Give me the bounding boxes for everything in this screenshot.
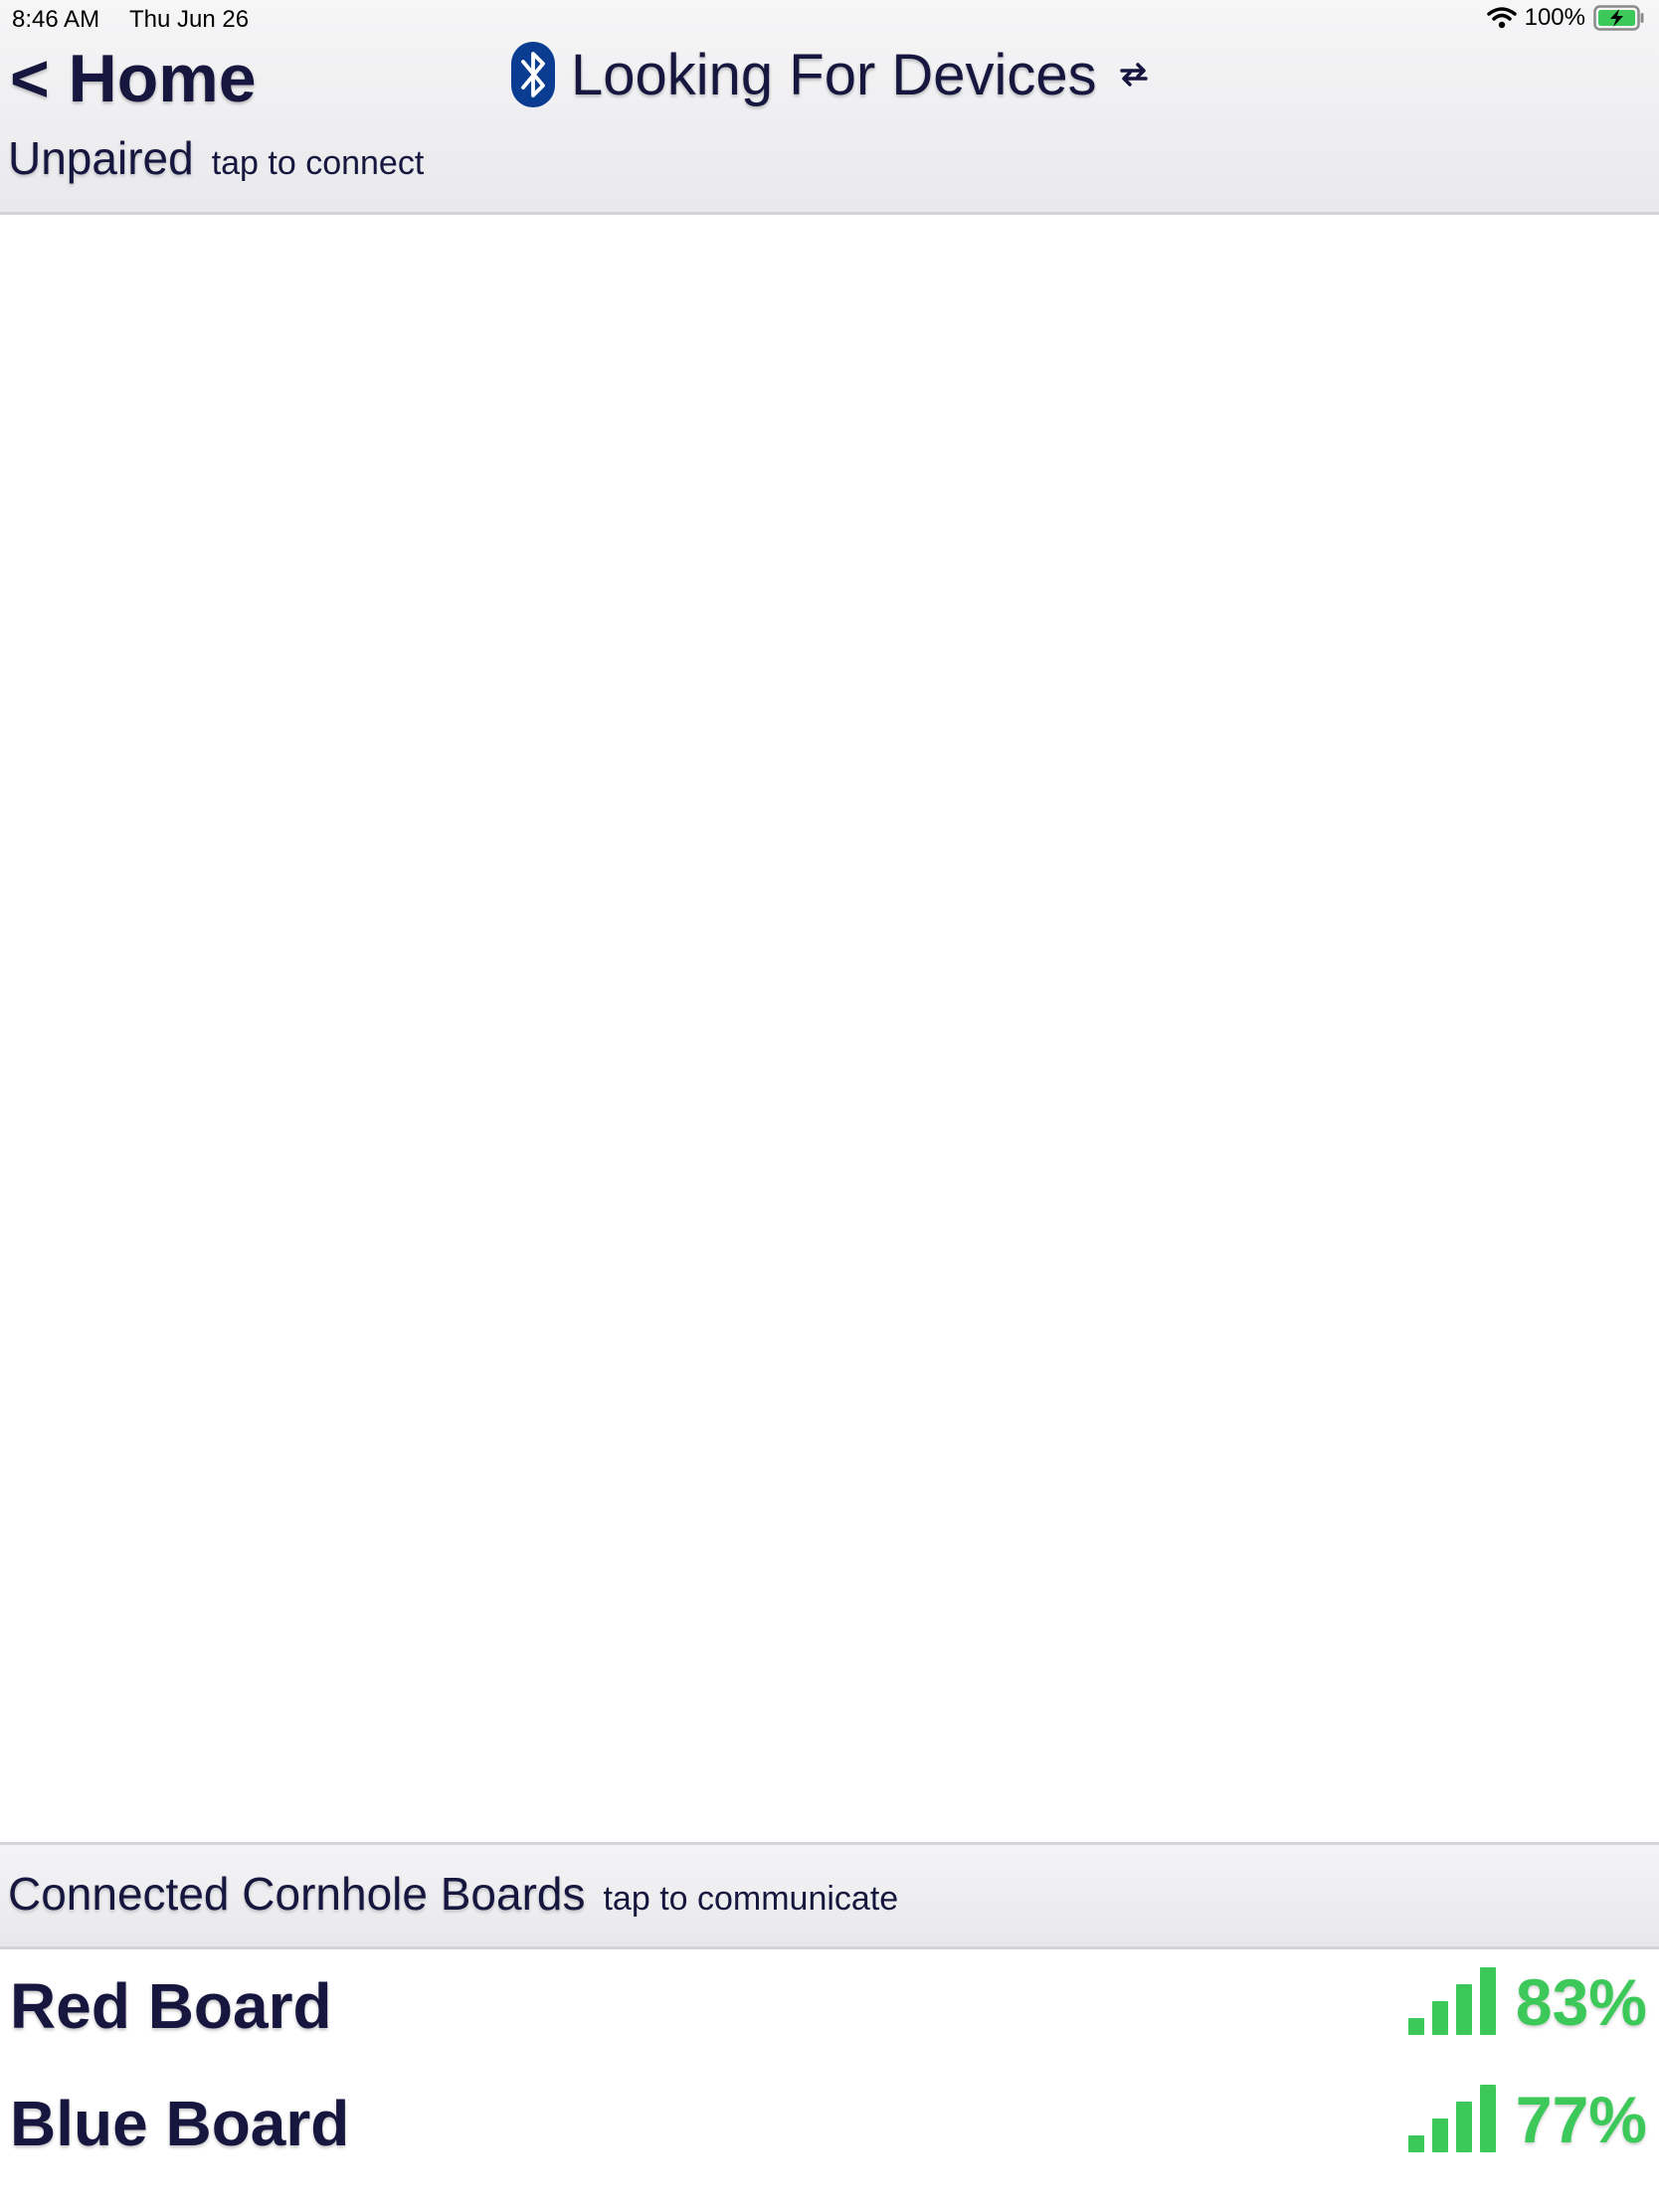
status-indicators: 100% [1486,4,1645,32]
signal-bars-icon [1407,1967,1496,2035]
signal-strength: 77% [1407,2083,1647,2156]
wifi-icon [1486,7,1517,29]
unpaired-hint: tap to connect [211,144,425,182]
signal-bar [1455,1984,1472,2035]
signal-bar [1479,2085,1496,2152]
board-name: Blue Board [10,2088,350,2159]
refresh-icon[interactable] [1117,60,1151,90]
battery-percent: 100% [1524,4,1585,31]
battery-charging-icon [1593,5,1644,31]
signal-strength: 83% [1407,1965,1647,2039]
connected-hint: tap to communicate [603,1880,899,1918]
connected-section-title-row: Connected Cornhole Boards tap to communi… [8,1867,898,1921]
signal-percent: 83% [1515,1965,1647,2039]
back-home-button[interactable]: < Home [10,40,257,117]
bluetooth-icon [511,42,555,107]
unpaired-device-list[interactable] [0,215,1659,1842]
status-date: Thu Jun 26 [129,6,250,33]
signal-bar [1455,2102,1472,2152]
unpaired-section-header: Unpaired tap to connect [8,131,424,185]
scan-status[interactable]: Looking For Devices [509,40,1151,109]
signal-bar [1431,2119,1448,2152]
signal-bar [1431,2001,1448,2035]
signal-percent: 77% [1515,2083,1647,2156]
signal-bar [1479,1967,1496,2035]
signal-bars-icon [1407,2085,1496,2152]
page-title: Looking For Devices [571,42,1097,107]
signal-bar [1407,2018,1424,2035]
board-row-blue[interactable]: Blue Board 77% [0,2069,1659,2186]
header-bar: 8:46 AM Thu Jun 26 100% < Home Looking F… [0,0,1659,215]
board-row-red[interactable]: Red Board 83% [0,1951,1659,2069]
board-name: Red Board [10,1970,332,2042]
connected-section-header: Connected Cornhole Boards tap to communi… [0,1842,1659,1949]
unpaired-title: Unpaired [8,132,194,184]
status-time: 8:46 AM [12,6,100,33]
connected-title: Connected Cornhole Boards [8,1868,586,1920]
signal-bar [1407,2135,1424,2152]
